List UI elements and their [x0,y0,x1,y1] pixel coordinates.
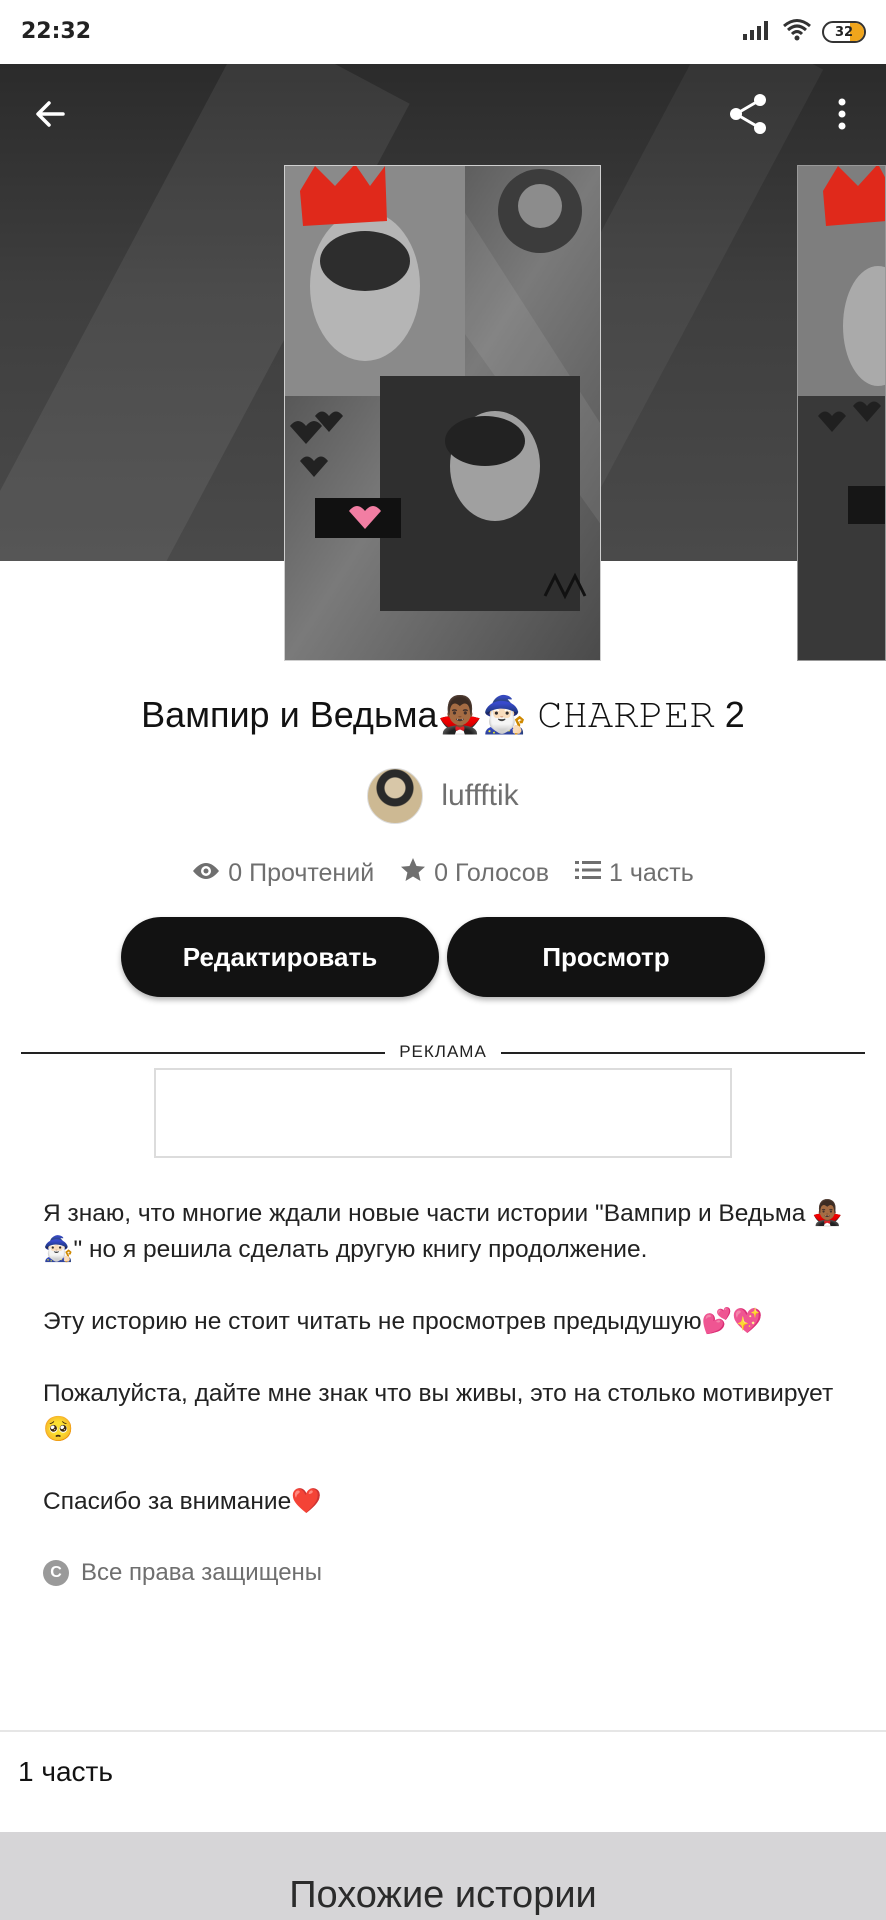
battery-level: 32 [834,24,854,40]
description-paragraph: Пожалуйста, дайте мне знак что вы живы, … [43,1380,834,1443]
parts-stat: 1 часть [574,858,694,888]
view-button[interactable]: Просмотр [447,917,765,997]
copyright-text: Все права защищены [81,1559,323,1586]
description-paragraph: Эту историю не стоит читать не просмотре… [43,1308,763,1335]
back-arrow-icon[interactable] [22,86,78,142]
ad-divider: РЕКЛАМА [21,1040,865,1066]
votes-count: 0 Голосов [434,858,549,887]
similar-stories-section: Похожие истории [0,1832,886,1920]
description-paragraph: Я знаю, что многие ждали новые части ист… [43,1200,843,1263]
copyright-row: C Все права защищены [43,1555,322,1591]
copyright-icon: C [43,1560,69,1586]
parts-count: 1 часть [608,858,694,887]
description-paragraph: Спасибо за внимание❤️ [43,1488,322,1515]
author-row[interactable]: luffftik [0,768,886,824]
ad-banner[interactable] [154,1068,732,1158]
reads-stat: 0 Прочтений [192,859,374,888]
story-cover-image[interactable] [284,165,601,661]
eye-icon [192,859,220,888]
list-icon [574,859,601,888]
reads-count: 0 Прочтений [228,858,375,887]
star-icon [400,857,426,890]
parts-section[interactable]: 1 часть [0,1730,886,1832]
share-icon[interactable] [720,86,776,142]
story-title: Вампир и Ведьма🧛🏾‍♂️🧙🏻‍♂️ 𝙲𝙷𝙰𝚁𝙿𝙴𝚁 2 [141,694,745,735]
more-vert-icon[interactable] [814,86,870,142]
status-icons: 32 [742,18,866,46]
edit-button[interactable]: Редактировать [121,917,439,997]
parts-label[interactable]: 1 часть [18,1756,113,1788]
status-time: 22:32 [21,19,92,44]
story-stats: 0 Прочтений 0 Голосов 1 часть [0,855,886,891]
story-description: Я знаю, что многие ждали новые части ист… [43,1196,853,1556]
similar-stories-title: Похожие истории [289,1874,597,1916]
author-name[interactable]: luffftik [441,779,518,813]
avatar[interactable] [367,768,424,824]
votes-stat: 0 Голосов [400,857,549,890]
status-bar: 22:32 32 [0,0,886,64]
signal-icon [742,19,772,46]
next-cover-preview[interactable] [797,165,886,661]
battery-icon: 32 [822,21,866,43]
wifi-icon [782,18,812,47]
